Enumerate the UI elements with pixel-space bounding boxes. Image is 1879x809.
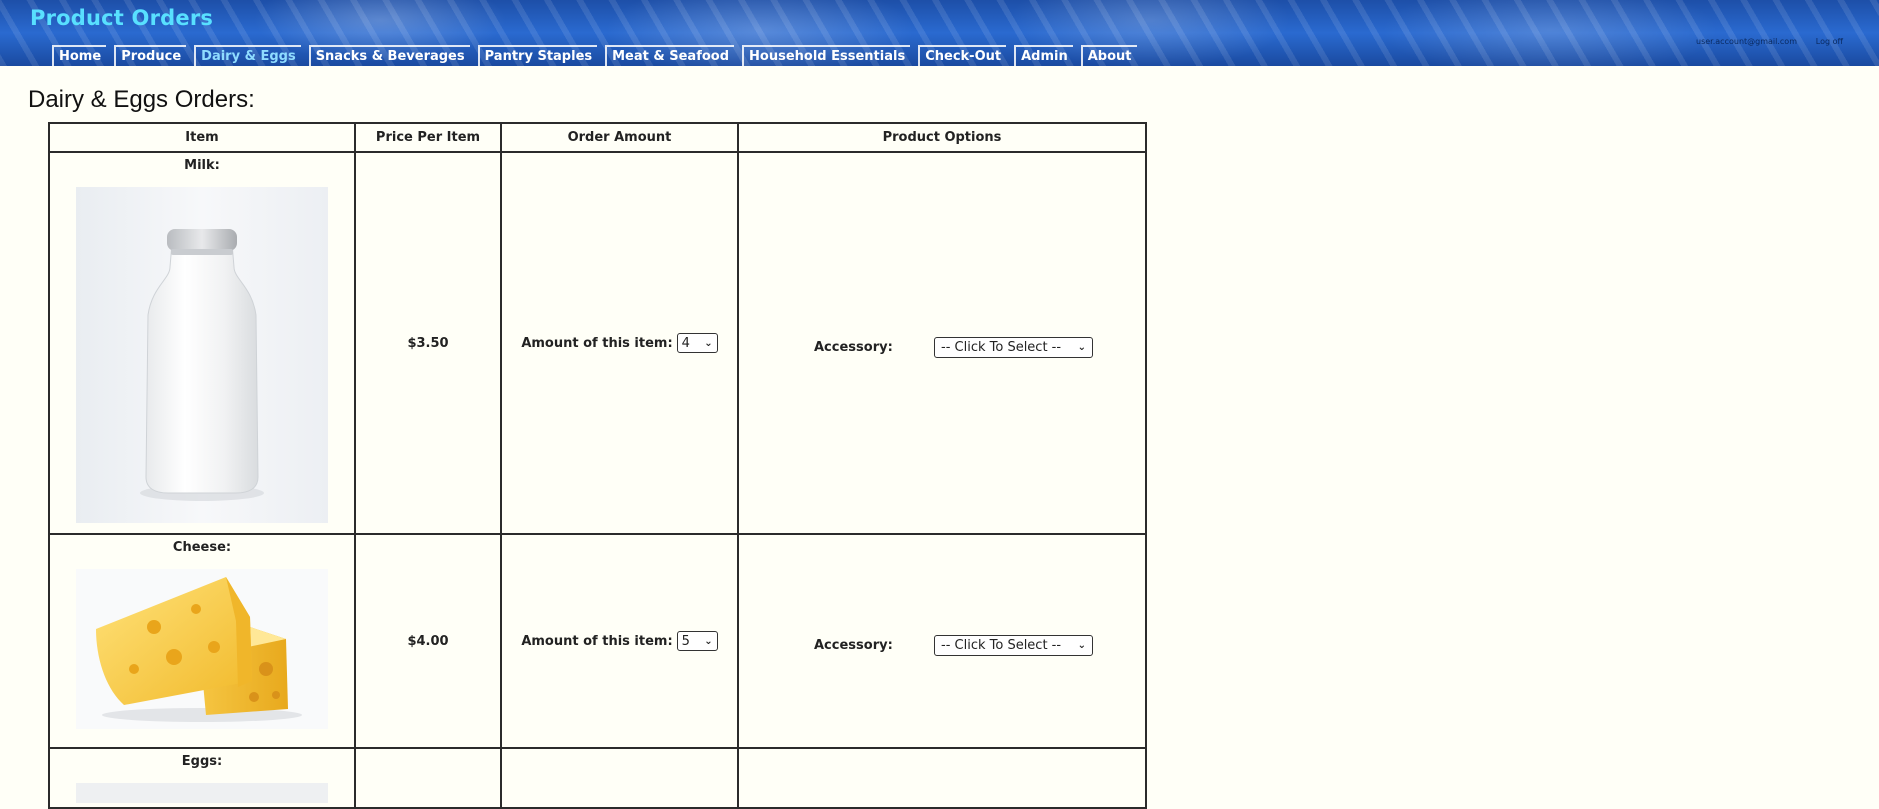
header-price: Price Per Item bbox=[354, 122, 502, 153]
price-cell: $4.00 bbox=[354, 533, 502, 749]
nav-meat-seafood[interactable]: Meat & Seafood bbox=[605, 45, 735, 66]
chevron-down-icon: ⌄ bbox=[704, 337, 713, 349]
nav-dairy-eggs[interactable]: Dairy & Eggs bbox=[194, 45, 301, 66]
item-name: Milk: bbox=[184, 158, 220, 173]
accessory-select[interactable]: -- Click To Select -- ⌄ bbox=[934, 336, 1093, 358]
price-cell bbox=[354, 747, 502, 809]
amount-select[interactable]: 5 ⌄ bbox=[676, 631, 718, 651]
accessory-select[interactable]: -- Click To Select -- ⌄ bbox=[934, 634, 1093, 656]
table-header-row: Item Price Per Item Order Amount Product… bbox=[48, 122, 1147, 153]
accessory-value: -- Click To Select -- bbox=[941, 339, 1062, 355]
logoff-link[interactable]: Log off bbox=[1816, 37, 1843, 46]
main-nav: Home Produce Dairy & Eggs Snacks & Bever… bbox=[52, 45, 1137, 66]
nav-snacks-beverages[interactable]: Snacks & Beverages bbox=[308, 45, 470, 66]
header-amount: Order Amount bbox=[500, 122, 739, 153]
cheese-image bbox=[76, 569, 328, 729]
accessory-value: -- Click To Select -- bbox=[941, 637, 1062, 653]
user-email[interactable]: user.account@gmail.com bbox=[1696, 37, 1797, 46]
table-row: Eggs: bbox=[48, 747, 1147, 809]
accessory-label: Accessory: bbox=[814, 339, 893, 355]
chevron-down-icon: ⌄ bbox=[1077, 341, 1086, 353]
site-title: Product Orders bbox=[30, 6, 214, 30]
nav-household-essentials[interactable]: Household Essentials bbox=[742, 45, 911, 66]
item-cell: Cheese: bbox=[48, 533, 356, 749]
chevron-down-icon: ⌄ bbox=[704, 635, 713, 647]
table-row: Milk: $3.50 Amount of this item: 4 ⌄ Acc… bbox=[48, 151, 1147, 535]
nav-produce[interactable]: Produce bbox=[114, 45, 187, 66]
accessory-label: Accessory: bbox=[814, 637, 893, 653]
nav-admin[interactable]: Admin bbox=[1014, 45, 1073, 66]
item-name: Cheese: bbox=[172, 540, 232, 555]
price-cell: $3.50 bbox=[354, 151, 502, 535]
item-cell: Milk: bbox=[48, 151, 356, 535]
table-row: Cheese: $4.00 Amount of this item: 5 ⌄ A… bbox=[48, 533, 1147, 749]
orders-table: Item Price Per Item Order Amount Product… bbox=[48, 122, 1147, 809]
options-cell bbox=[737, 747, 1147, 809]
amount-cell: Amount of this item: 4 ⌄ bbox=[500, 151, 739, 535]
page-title: Dairy & Eggs Orders: bbox=[28, 86, 255, 113]
amount-cell: Amount of this item: 5 ⌄ bbox=[500, 533, 739, 749]
amount-label: Amount of this item: bbox=[521, 335, 673, 351]
header-banner: Product Orders Home Produce Dairy & Eggs… bbox=[0, 0, 1879, 66]
nav-home[interactable]: Home bbox=[52, 45, 107, 66]
amount-cell bbox=[500, 747, 739, 809]
milk-image bbox=[76, 187, 328, 523]
chevron-down-icon: ⌄ bbox=[1077, 639, 1086, 651]
header-options: Product Options bbox=[737, 122, 1147, 153]
options-cell: Accessory: -- Click To Select -- ⌄ bbox=[737, 151, 1147, 535]
amount-label: Amount of this item: bbox=[521, 633, 673, 649]
nav-pantry-staples[interactable]: Pantry Staples bbox=[477, 45, 598, 66]
amount-select[interactable]: 4 ⌄ bbox=[676, 333, 718, 353]
amount-value: 5 bbox=[681, 633, 690, 649]
amount-value: 4 bbox=[681, 335, 690, 351]
nav-about[interactable]: About bbox=[1080, 45, 1137, 66]
options-cell: Accessory: -- Click To Select -- ⌄ bbox=[737, 533, 1147, 749]
nav-check-out[interactable]: Check-Out bbox=[918, 45, 1007, 66]
eggs-image bbox=[76, 783, 328, 803]
header-item: Item bbox=[48, 122, 356, 153]
item-name: Eggs: bbox=[181, 754, 223, 769]
item-cell: Eggs: bbox=[48, 747, 356, 809]
